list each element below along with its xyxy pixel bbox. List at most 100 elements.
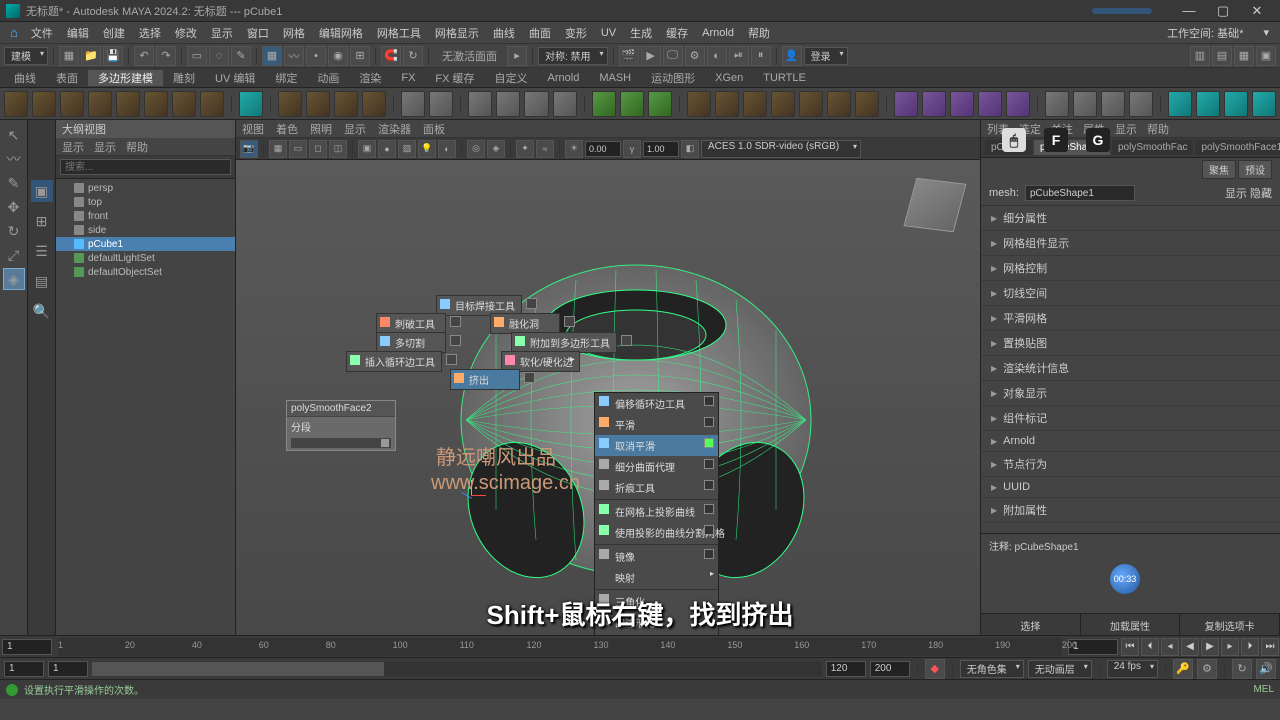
redo-icon[interactable]: ↷ [156, 46, 176, 66]
shelf-tab-active[interactable]: 多边形建模 [88, 70, 163, 86]
make-live-icon[interactable] [1252, 91, 1276, 117]
vp-xray-icon[interactable]: ◈ [487, 140, 505, 158]
range-end-outer[interactable] [870, 661, 910, 677]
node-name-input[interactable] [1025, 185, 1135, 201]
sound-icon[interactable]: 🔊 [1256, 659, 1276, 679]
context-menu-item[interactable]: 使用投影的曲线分割网格 [595, 522, 718, 543]
workspace-label[interactable]: 工作空间: 基础* [1160, 25, 1250, 41]
shelf-tab[interactable]: FX 缓存 [425, 70, 484, 86]
shelf-tab[interactable]: 表面 [46, 70, 88, 86]
lasso-tool-icon[interactable]: 〰 [3, 148, 25, 170]
vp-menu-view[interactable]: 视图 [242, 121, 264, 137]
poly-type-icon[interactable] [239, 91, 263, 117]
menu-mesh-display[interactable]: 网格显示 [428, 25, 486, 41]
render-settings-icon[interactable]: ⚙ [685, 46, 705, 66]
vp-menu-panel[interactable]: 面板 [423, 121, 445, 137]
attr-section[interactable]: ▶组件标记 [981, 406, 1280, 431]
shelf-tab[interactable]: Arnold [538, 72, 590, 84]
menu-uv[interactable]: UV [594, 27, 623, 39]
chevron-icon[interactable]: ▸ [507, 46, 527, 66]
pencil-icon[interactable] [1196, 91, 1220, 117]
float-input-panel[interactable]: polySmoothFace2 分段 [286, 400, 396, 451]
pause-icon[interactable]: ⏸ [751, 46, 771, 66]
attr-section[interactable]: ▶平滑网格 [981, 306, 1280, 331]
bool-union-icon[interactable] [592, 91, 616, 117]
ae-focus-button[interactable]: 聚焦 [1202, 160, 1236, 179]
panel-icon[interactable]: ▥ [1190, 46, 1210, 66]
menu-deform[interactable]: 变形 [558, 25, 594, 41]
hard-edge-icon[interactable] [1073, 91, 1097, 117]
ae-tab[interactable]: polySmoothFace1 [1195, 140, 1280, 155]
symmetry-selector[interactable]: 对称: 禁用 [538, 47, 608, 65]
append-icon[interactable] [1006, 91, 1030, 117]
range-start-outer[interactable] [4, 661, 44, 677]
move-tool-icon[interactable]: ✥ [3, 196, 25, 218]
vp-motion-icon[interactable]: ≈ [536, 140, 554, 158]
ae-foot-load[interactable]: 加载属性 [1081, 614, 1181, 635]
snap-grid-icon[interactable]: ▦ [262, 46, 282, 66]
marking-item[interactable]: 附加到多边形工具 [511, 332, 617, 353]
menu-surface[interactable]: 曲面 [522, 25, 558, 41]
attr-section[interactable]: ▶网格控制 [981, 256, 1280, 281]
animlayer-dropdown[interactable]: 无动画层 [1028, 660, 1092, 678]
shelf-tab[interactable]: 动画 [307, 70, 349, 86]
connect-icon[interactable] [827, 91, 851, 117]
vp-menu-light[interactable]: 照明 [310, 121, 332, 137]
float-panel-slider[interactable] [291, 438, 391, 448]
live-icon[interactable]: 🧲 [381, 46, 401, 66]
merge-icon[interactable] [950, 91, 974, 117]
marking-item[interactable]: 刺破工具 [376, 313, 446, 334]
maximize-button[interactable]: ▢ [1206, 1, 1240, 21]
vp-shadow-icon[interactable]: ◐ [438, 140, 456, 158]
attr-section[interactable]: ▶切线空间 [981, 281, 1280, 306]
timeline-start-input[interactable] [2, 639, 52, 655]
shelf-tab[interactable]: 雕刻 [163, 70, 205, 86]
render-view-icon[interactable]: 🖵 [663, 46, 683, 66]
sculpt-icon[interactable] [278, 91, 302, 117]
menu-curve[interactable]: 曲线 [486, 25, 522, 41]
vp-gamma-icon[interactable]: γ [623, 140, 641, 158]
step-fwd-icon[interactable]: ⏵ [1241, 638, 1259, 656]
extrude-icon[interactable] [687, 91, 711, 117]
mode-selector[interactable]: 建模 [4, 47, 48, 65]
attr-section[interactable]: ▶Arnold [981, 431, 1280, 452]
vp-shaded-icon[interactable]: ● [378, 140, 396, 158]
vp-menu-render[interactable]: 渲染器 [378, 121, 411, 137]
smooth-icon[interactable] [496, 91, 520, 117]
ae-foot-select[interactable]: 选择 [981, 614, 1081, 635]
crease-icon[interactable] [1101, 91, 1125, 117]
poly-cylinder-icon[interactable] [60, 91, 84, 117]
context-menu-item[interactable]: 减少 [595, 633, 718, 635]
menu-arnold[interactable]: Arnold [695, 27, 741, 39]
context-menu-item[interactable]: 镜像 [595, 546, 718, 567]
workspace-dropdown-icon[interactable]: ▾ [1256, 26, 1276, 39]
multicut-icon[interactable] [771, 91, 795, 117]
vp-grid-icon[interactable]: ▦ [269, 140, 287, 158]
marking-item[interactable]: 插入循环边工具 [346, 351, 442, 372]
marking-item[interactable]: 融化洞 [490, 313, 560, 334]
attr-section[interactable]: ▶附加属性 [981, 498, 1280, 523]
soft-edge-icon[interactable] [1045, 91, 1069, 117]
menu-mesh-tools[interactable]: 网格工具 [370, 25, 428, 41]
key-icon[interactable]: ◆ [925, 659, 945, 679]
ae-preset-button[interactable]: 预设 [1238, 160, 1272, 179]
play-back-icon[interactable]: ◀ [1181, 638, 1199, 656]
viewport[interactable]: 视图 着色 照明 显示 渲染器 面板 📷 ▦ ▭ ◻ ◫ ▣ ● ▨ 💡 ◐ ◎… [236, 120, 980, 635]
vp-iso-icon[interactable]: ◎ [467, 140, 485, 158]
menu-file[interactable]: 文件 [24, 25, 60, 41]
panel4-icon[interactable]: ▣ [1256, 46, 1276, 66]
panel3-icon[interactable]: ▦ [1234, 46, 1254, 66]
detach-icon[interactable] [855, 91, 879, 117]
prefs-icon[interactable]: ⚙ [1197, 659, 1217, 679]
layout-icon[interactable]: ☰ [31, 240, 53, 262]
context-menu-item[interactable]: 折痕工具 [595, 477, 718, 498]
vp-menu-show[interactable]: 显示 [344, 121, 366, 137]
snap-curve-icon[interactable]: 〰 [284, 46, 304, 66]
text-icon[interactable] [334, 91, 358, 117]
playblast-icon[interactable]: ⏯ [729, 46, 749, 66]
shelf-tab[interactable]: TURTLE [753, 72, 816, 84]
history-icon[interactable]: ↻ [403, 46, 423, 66]
poly-plane-icon[interactable] [144, 91, 168, 117]
context-menu-item[interactable]: 在网格上投影曲线 [595, 501, 718, 522]
rotate-tool-icon[interactable]: ↻ [3, 220, 25, 242]
